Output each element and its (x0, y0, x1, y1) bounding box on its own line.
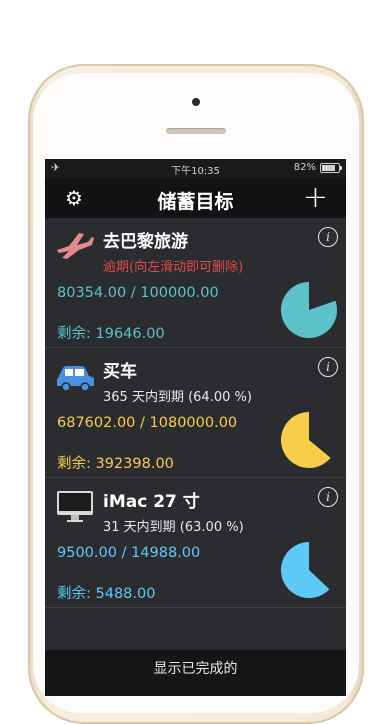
goal-remaining: 剩余: 19646.00 (57, 326, 165, 342)
goal-status: 31 天内到期 (63.00 %) (103, 520, 244, 535)
goal-amount: 80354.00 / 100000.00 (57, 285, 219, 301)
info-icon[interactable]: i (318, 227, 338, 247)
goal-name: iMac 27 寸 (103, 492, 200, 512)
goal-remaining: 剩余: 5488.00 (57, 586, 156, 602)
app-screen: ✈ 下午10:35 82% ⚙ 储蓄目标 + 去巴黎旅游 i 逾期(向左滑动即可… (45, 159, 346, 696)
status-bar: ✈ 下午10:35 82% (45, 159, 346, 178)
goal-status: 365 天内到期 (64.00 %) (103, 390, 252, 405)
page-title: 储蓄目标 (157, 191, 234, 213)
progress-wedge (280, 541, 330, 599)
goal-remaining: 剩余: 392398.00 (57, 456, 174, 472)
front-camera (192, 98, 200, 106)
progress-pie (280, 411, 331, 469)
add-goal-button[interactable]: + (303, 180, 328, 215)
info-icon[interactable]: i (318, 487, 338, 507)
navigation-bar: ⚙ 储蓄目标 + (45, 178, 346, 218)
goal-amount: 9500.00 / 14988.00 (57, 545, 201, 561)
progress-wedge (280, 411, 331, 469)
goal-name: 去巴黎旅游 (103, 232, 188, 252)
status-right: 82% (293, 162, 342, 173)
battery-percent: 82% (293, 162, 316, 173)
earpiece-speaker (166, 128, 226, 134)
monitor-icon (57, 491, 93, 522)
airplane-icon (57, 233, 94, 259)
progress-pie (280, 281, 338, 339)
info-icon[interactable]: i (318, 357, 338, 377)
goal-card-imac[interactable]: iMac 27 寸 i 31 天内到期 (63.00 %) 9500.00 / … (45, 478, 346, 608)
car-icon (57, 366, 94, 392)
goal-name: 买车 (103, 362, 137, 382)
goal-status: 逾期(向左滑动即可删除) (103, 260, 244, 275)
progress-wedge (280, 281, 338, 339)
progress-pie (280, 541, 330, 599)
battery-icon (320, 162, 342, 173)
goal-card-paris[interactable]: 去巴黎旅游 i 逾期(向左滑动即可删除) 80354.00 / 100000.0… (45, 218, 346, 348)
show-completed-button[interactable]: 显示已完成的 (45, 650, 346, 696)
goal-amount: 687602.00 / 1080000.00 (57, 415, 238, 431)
goal-card-car[interactable]: 买车 i 365 天内到期 (64.00 %) 687602.00 / 1080… (45, 348, 346, 478)
